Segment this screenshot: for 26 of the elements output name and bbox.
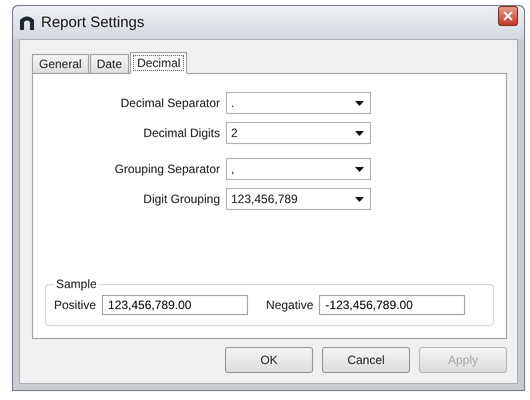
close-button[interactable]	[498, 6, 518, 26]
dropdown[interactable]: 2	[226, 122, 371, 144]
dropdown[interactable]: 123,456,789	[226, 188, 371, 210]
caret-icon	[355, 130, 364, 136]
dialog-button[interactable]: OK	[225, 347, 313, 373]
tab[interactable]: Decimal	[130, 52, 188, 74]
caret-icon	[355, 100, 364, 106]
caret-icon	[355, 166, 364, 172]
field-label: Digit Grouping	[142, 192, 220, 206]
app-icon	[19, 16, 35, 30]
caret-icon	[355, 196, 364, 202]
tab[interactable]: Date	[90, 54, 130, 74]
field-label: Grouping Separator	[114, 162, 220, 176]
dialog-button[interactable]: Cancel	[322, 347, 410, 373]
field-label: Decimal Digits	[142, 126, 220, 140]
field-label: Negative	[266, 298, 314, 312]
close-icon	[502, 10, 514, 22]
input-field[interactable]: 123,456,789.00	[102, 295, 248, 315]
tab[interactable]: General	[32, 54, 89, 74]
window-title: Report Settings	[41, 14, 146, 31]
input-field[interactable]: -123,456,789.00	[319, 295, 466, 315]
field-label: Decimal Separator	[120, 96, 220, 110]
field-label: Positive	[54, 298, 96, 312]
dropdown[interactable]: .	[226, 92, 371, 114]
group-title: Sample	[55, 277, 98, 291]
dropdown[interactable]: ,	[226, 158, 371, 180]
